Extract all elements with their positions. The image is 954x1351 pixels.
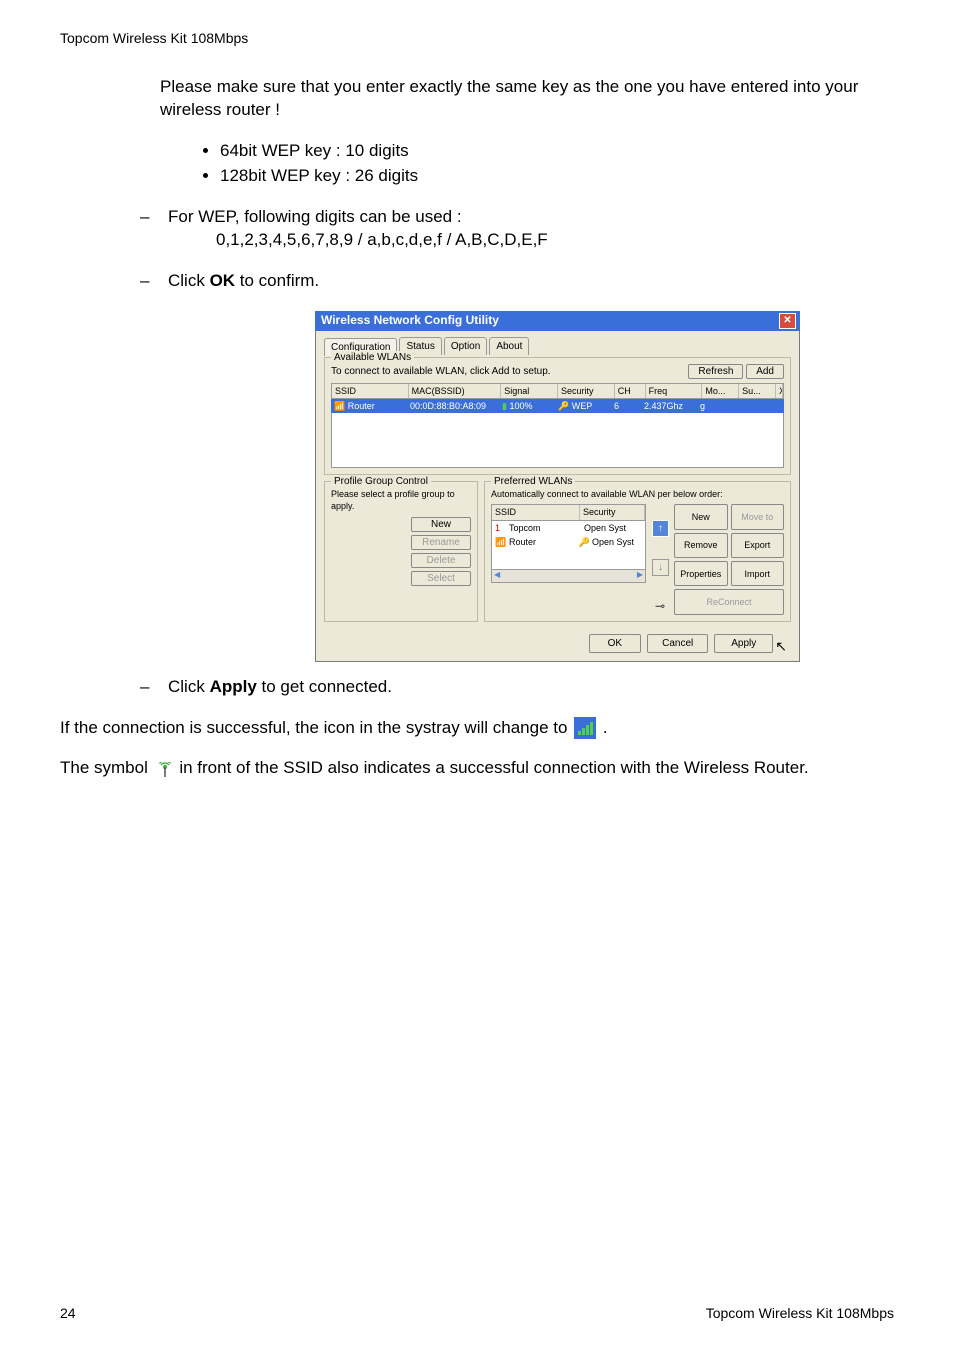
scroll-right-icon[interactable]: ▶ [637, 570, 643, 581]
preferred-wlans: Preferred WLANs Automatically connect to… [484, 481, 791, 621]
footer-product: Topcom Wireless Kit 108Mbps [706, 1305, 894, 1321]
doc-header: Topcom Wireless Kit 108Mbps [60, 30, 894, 46]
wep-digits-list: 0,1,2,3,4,5,6,7,8,9 / a,b,c,d,e,f / A,B,… [216, 229, 548, 252]
key-icon: 🔑 [558, 401, 569, 411]
profile-group-control: Profile Group Control Please select a pr… [324, 481, 478, 621]
pref-list[interactable]: 1 Topcom Open Syst 📶 Router 🔑 Open Syst [491, 521, 646, 570]
wlan-row-selected[interactable]: 📶 Router 00:0D:88:B0:A8:09 ▮ 100% 🔑 WEP … [331, 399, 784, 413]
click-ok-pre: Click [168, 271, 210, 290]
cursor-icon: ↖ [775, 637, 787, 656]
dash-marker: – [140, 270, 168, 293]
bullet-128bit: 128bit WEP key : 26 digits [220, 165, 894, 188]
systray-line-post: . [603, 718, 608, 737]
available-wlans-hint: To connect to available WLAN, click Add … [331, 365, 551, 379]
move-up-button[interactable]: ↑ [652, 520, 669, 537]
click-apply-bold: Apply [210, 677, 257, 696]
add-button[interactable]: Add [746, 364, 784, 379]
pref-reconnect-button[interactable]: ReConnect [674, 589, 784, 614]
horizontal-scrollbar[interactable]: ◀ ▶ [491, 570, 646, 583]
pref-row[interactable]: 1 Topcom Open Syst [492, 521, 645, 535]
pref-new-button[interactable]: New [674, 504, 728, 529]
pref-row[interactable]: 📶 Router 🔑 Open Syst [492, 535, 645, 549]
wep-digits-intro: For WEP, following digits can be used : [168, 207, 462, 226]
tab-option[interactable]: Option [444, 337, 487, 356]
available-wlans-group: Available WLANs To connect to available … [324, 357, 791, 475]
systray-line-pre: If the connection is successful, the ico… [60, 718, 572, 737]
wlan-grid-empty [331, 413, 784, 468]
pref-import-button[interactable]: Import [731, 561, 785, 586]
scroll-left-icon[interactable]: ◀ [494, 570, 500, 581]
pref-properties-button[interactable]: Properties [674, 561, 728, 586]
connection-antenna-icon [157, 762, 171, 776]
click-ok-bold: OK [210, 271, 236, 290]
bullet-64bit: 64bit WEP key : 10 digits [220, 140, 894, 163]
systray-signal-icon [574, 717, 596, 739]
ok-button[interactable]: OK [589, 634, 641, 653]
available-wlans-legend: Available WLANs [331, 351, 414, 365]
flag-icon: 1 [495, 522, 505, 534]
pgc-legend: Profile Group Control [331, 475, 431, 489]
click-apply-pre: Click [168, 677, 210, 696]
page-number: 24 [60, 1305, 76, 1321]
close-icon[interactable]: ✕ [779, 313, 796, 329]
pref-moveto-button[interactable]: Move to [731, 504, 785, 529]
refresh-button[interactable]: Refresh [688, 364, 743, 379]
screenshot-dialog: Wireless Network Config Utility ✕ Config… [315, 311, 800, 662]
detach-icon[interactable]: ⊸ [652, 598, 668, 614]
click-ok-post: to confirm. [235, 271, 319, 290]
tab-about[interactable]: About [489, 337, 529, 356]
antenna-icon: 📶 [334, 401, 348, 411]
cancel-button[interactable]: Cancel [647, 634, 708, 653]
pgc-select-button[interactable]: Select [411, 571, 471, 586]
antenna-icon: 📶 [495, 536, 505, 548]
pref-remove-button[interactable]: Remove [674, 533, 728, 558]
pref-legend: Preferred WLANs [491, 475, 575, 489]
pgc-rename-button[interactable]: Rename [411, 535, 471, 550]
pref-hint: Automatically connect to available WLAN … [491, 488, 784, 500]
dash-marker: – [140, 676, 168, 699]
dash-marker: – [140, 206, 168, 252]
apply-button[interactable]: Apply [714, 634, 773, 653]
symbol-line-pre: The symbol [60, 758, 153, 777]
pref-export-button[interactable]: Export [731, 533, 785, 558]
pgc-hint: Please select a profile group to apply. [331, 488, 471, 512]
dialog-titlebar: Wireless Network Config Utility ✕ [315, 311, 800, 331]
click-apply-post: to get connected. [257, 677, 392, 696]
wlan-grid-header: SSID MAC(BSSID) Signal Security CH Freq … [331, 383, 784, 399]
paragraph-key-warning: Please make sure that you enter exactly … [160, 76, 894, 122]
dialog-title: Wireless Network Config Utility [321, 312, 499, 328]
pgc-new-button[interactable]: New [411, 517, 471, 532]
move-down-button[interactable]: ↓ [652, 559, 669, 576]
symbol-line-post: in front of the SSID also indicates a su… [179, 758, 808, 777]
pgc-delete-button[interactable]: Delete [411, 553, 471, 568]
